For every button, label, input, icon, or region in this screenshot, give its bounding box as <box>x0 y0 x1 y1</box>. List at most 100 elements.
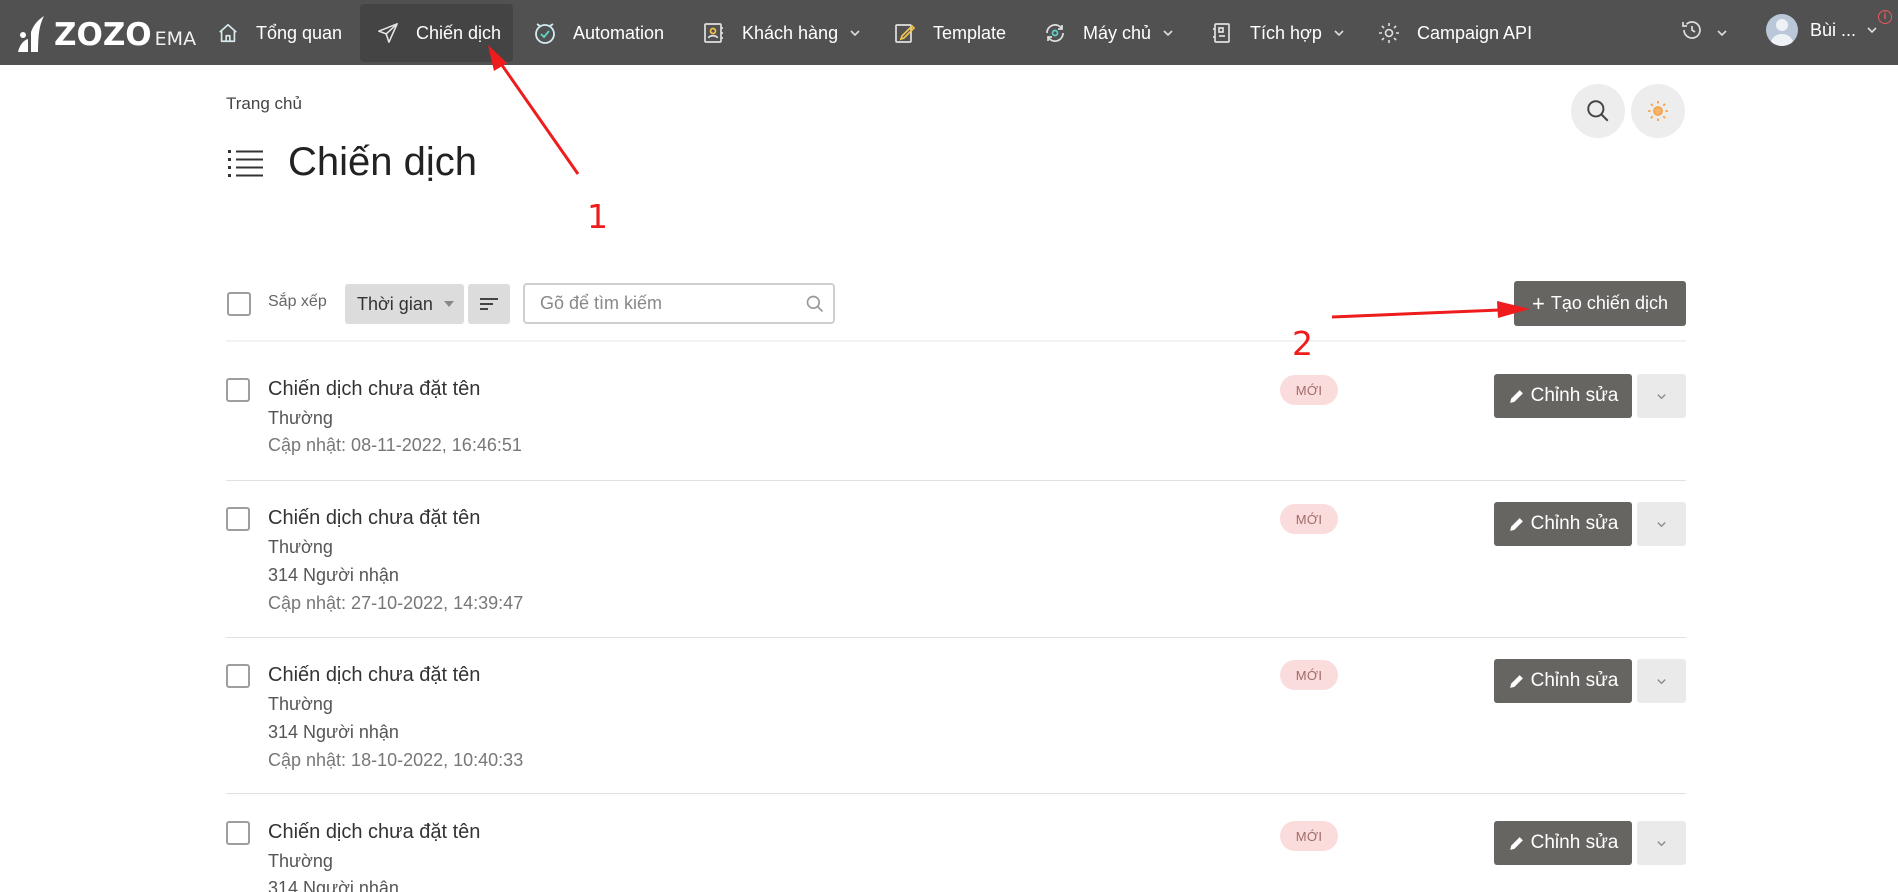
nav-label: Tích hợp <box>1250 22 1322 43</box>
campaign-row[interactable]: Chiến dịch chưa đặt tên Thường 314 Người… <box>226 659 1686 770</box>
campaign-name[interactable]: Chiến dịch chưa đặt tên <box>268 507 480 530</box>
edit-label: Chỉnh sửa <box>1530 513 1619 534</box>
info-icon[interactable]: i <box>1878 10 1892 24</box>
sort-direction-button[interactable] <box>468 284 510 324</box>
edit-document-icon <box>893 21 917 45</box>
row-checkbox[interactable] <box>226 821 250 845</box>
nav-label: Tổng quan <box>256 22 343 43</box>
campaign-name[interactable]: Chiến dịch chưa đặt tên <box>268 378 480 401</box>
nav-label: Máy chủ <box>1083 22 1152 43</box>
nav-label: Khách hàng <box>742 22 839 43</box>
campaign-row[interactable]: Chiến dịch chưa đặt tên Thường Cập nhật:… <box>226 374 1686 458</box>
user-menu[interactable]: Bùi ... <box>1766 14 1878 46</box>
edit-button[interactable]: Chỉnh sửa <box>1494 821 1632 865</box>
contacts-icon <box>702 21 726 45</box>
annotation-label-2: 2 <box>1292 324 1313 363</box>
campaign-updated: Cập nhật: 08-11-2022, 16:46:51 <box>268 435 522 455</box>
breadcrumb[interactable]: Trang chủ <box>226 94 302 114</box>
more-actions-button[interactable] <box>1637 821 1686 865</box>
avatar <box>1766 14 1798 46</box>
top-navbar: ZOZO EMA Tổng quan Chiến dịch Automation… <box>0 0 1898 65</box>
row-checkbox[interactable] <box>226 378 250 402</box>
row-checkbox[interactable] <box>226 664 250 688</box>
pencil-icon <box>1509 517 1523 531</box>
caret-down-icon <box>444 301 454 307</box>
more-actions-button[interactable] <box>1637 374 1686 418</box>
nav-label: Campaign API <box>1417 22 1533 43</box>
plus-icon: + <box>1532 290 1545 316</box>
page-header: Chiến dịch <box>226 140 477 185</box>
chevron-down-icon <box>849 27 861 39</box>
edit-button[interactable]: Chỉnh sửa <box>1494 659 1632 703</box>
campaign-row[interactable]: Chiến dịch chưa đặt tên Thường 314 Người… <box>226 821 1686 892</box>
more-actions-button[interactable] <box>1637 502 1686 546</box>
chevron-down-icon <box>1333 27 1345 39</box>
row-divider <box>226 637 1686 638</box>
chevron-down-icon <box>1657 840 1666 846</box>
row-checkbox[interactable] <box>226 507 250 531</box>
user-name: Bùi ... <box>1810 19 1857 40</box>
edit-label: Chỉnh sửa <box>1530 670 1619 691</box>
campaign-recipients: 314 Người nhận <box>268 565 399 585</box>
annotation-label-1: 1 <box>587 197 608 236</box>
sun-icon <box>1648 101 1668 121</box>
row-divider <box>226 793 1686 794</box>
list-icon <box>228 149 263 177</box>
status-badge: MỚI <box>1280 821 1338 851</box>
nav-may-chu[interactable]: Máy chủ <box>1043 4 1174 62</box>
pencil-icon <box>1509 389 1523 403</box>
nav-automation[interactable]: Automation <box>533 4 664 62</box>
annotation-arrow-2 <box>1331 301 1530 319</box>
logo[interactable]: ZOZO EMA <box>14 12 196 54</box>
nav-label: Chiến dịch <box>416 22 502 43</box>
more-actions-button[interactable] <box>1637 659 1686 703</box>
campaign-updated: Cập nhật: 27-10-2022, 14:39:47 <box>268 593 524 613</box>
edit-button[interactable]: Chỉnh sửa <box>1494 502 1632 546</box>
row-divider <box>226 480 1686 481</box>
history-icon <box>1680 18 1704 47</box>
status-badge: MỚI <box>1280 504 1338 534</box>
integration-icon <box>1210 21 1234 45</box>
chevron-down-icon <box>1657 678 1666 684</box>
campaign-name[interactable]: Chiến dịch chưa đặt tên <box>268 664 480 687</box>
nav-tong-quan[interactable]: Tổng quan <box>216 4 342 62</box>
sort-select[interactable]: Thời gian <box>345 284 464 324</box>
page-title: Chiến dịch <box>288 140 478 184</box>
logo-mark-icon <box>18 16 44 52</box>
campaign-name[interactable]: Chiến dịch chưa đặt tên <box>268 821 480 844</box>
global-search-button[interactable] <box>1571 84 1625 138</box>
chevron-down-icon <box>1716 27 1728 39</box>
toolbar-divider <box>226 340 1686 342</box>
status-badge: MỚI <box>1280 660 1338 690</box>
gear-api-icon <box>1377 21 1401 45</box>
pencil-icon <box>1509 836 1523 850</box>
campaign-recipients: 314 Người nhận <box>268 878 399 892</box>
sort-label: Sắp xếp <box>268 293 327 310</box>
edit-label: Chỉnh sửa <box>1530 832 1619 853</box>
nav-chien-dich[interactable]: Chiến dịch <box>360 4 513 62</box>
campaign-type: Thường <box>268 851 333 871</box>
edit-button[interactable]: Chỉnh sửa <box>1494 374 1632 418</box>
home-icon <box>216 21 240 45</box>
logo-sub: EMA <box>154 28 197 50</box>
create-campaign-button[interactable]: + Tạo chiến dịch <box>1514 281 1686 326</box>
nav-tich-hop[interactable]: Tích hợp <box>1210 4 1345 62</box>
select-all-checkbox[interactable] <box>227 292 251 316</box>
create-campaign-label: Tạo chiến dịch <box>1550 293 1668 313</box>
history-button[interactable] <box>1680 18 1728 47</box>
nav-template[interactable]: Template <box>893 4 1006 62</box>
nav-campaign-api[interactable]: Campaign API <box>1377 4 1532 62</box>
chevron-down-icon <box>1866 24 1878 36</box>
campaign-recipients: 314 Người nhận <box>268 722 399 742</box>
search-icon <box>1587 100 1609 122</box>
theme-toggle-button[interactable] <box>1631 84 1685 138</box>
search-field[interactable] <box>523 283 835 324</box>
nav-khach-hang[interactable]: Khách hàng <box>702 4 861 62</box>
chevron-down-icon <box>1162 27 1174 39</box>
chevron-down-icon <box>1657 521 1666 527</box>
search-icon[interactable] <box>805 294 825 314</box>
campaign-row[interactable]: Chiến dịch chưa đặt tên Thường 314 Người… <box>226 502 1686 613</box>
search-input[interactable] <box>525 285 795 322</box>
sort-descending-icon <box>480 298 498 310</box>
nav-label: Template <box>933 22 1007 43</box>
